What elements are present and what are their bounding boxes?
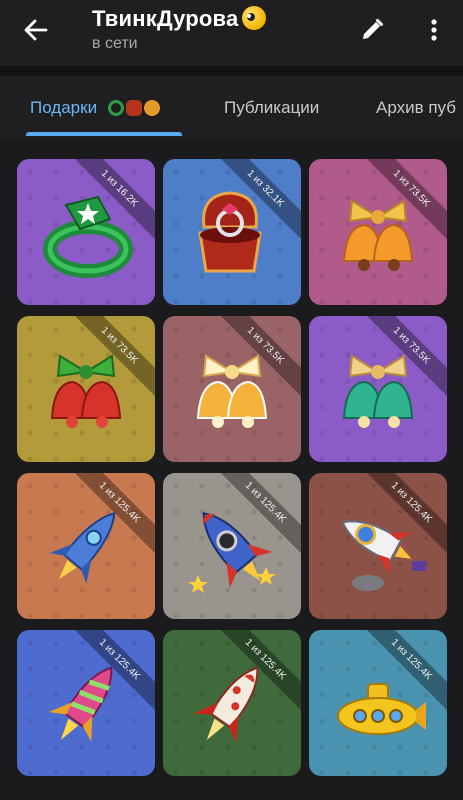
rocket-icon bbox=[48, 666, 113, 742]
bells-icon bbox=[50, 354, 122, 428]
rocket-icon bbox=[193, 666, 259, 744]
tab-archive[interactable]: Архив пуб bbox=[376, 98, 456, 118]
gift-card[interactable]: 1 из 125.4K bbox=[17, 630, 155, 776]
winking-face-icon bbox=[242, 6, 267, 30]
gift-grid: 1 из 16.2K 1 из 32.1K 1 из 73.5K 1 из 73… bbox=[0, 138, 463, 800]
tab-posts[interactable]: Публикации bbox=[224, 98, 319, 118]
ring-icon bbox=[43, 195, 133, 278]
gift-card[interactable]: 1 из 125.4K bbox=[17, 473, 155, 619]
chat-title-text: ТвинкДурова bbox=[92, 6, 239, 31]
chat-title[interactable]: ТвинкДурова bbox=[92, 6, 267, 32]
edit-button[interactable] bbox=[358, 16, 386, 44]
rocket-icon bbox=[188, 512, 276, 593]
gift-card[interactable]: 1 из 125.4K bbox=[163, 473, 301, 619]
gift-card[interactable]: 1 из 73.5K bbox=[309, 159, 447, 305]
green-ring-icon bbox=[107, 100, 124, 116]
more-vertical-icon bbox=[431, 19, 437, 41]
bells-icon bbox=[196, 354, 268, 428]
gift-card[interactable]: 1 из 125.4K bbox=[309, 630, 447, 776]
online-status: в сети bbox=[92, 35, 138, 52]
pencil-icon bbox=[363, 19, 383, 39]
back-button[interactable] bbox=[20, 14, 52, 46]
tab-gifts-emojis bbox=[107, 100, 160, 116]
gift-card[interactable]: 1 из 125.4K bbox=[309, 473, 447, 619]
ring-box-icon bbox=[125, 100, 142, 116]
gift-card[interactable]: 1 из 125.4K bbox=[163, 630, 301, 776]
profile-tabs: Подарки Публикации Архив пуб bbox=[0, 76, 463, 138]
rocket-icon bbox=[49, 511, 116, 584]
gift-card[interactable]: 1 из 16.2K bbox=[17, 159, 155, 305]
more-options-button[interactable] bbox=[420, 16, 448, 44]
gift-card[interactable]: 1 из 73.5K bbox=[163, 316, 301, 462]
rocket-icon bbox=[341, 520, 426, 591]
top-app-bar: ТвинкДурова в сети bbox=[0, 0, 463, 66]
gift-card[interactable]: 1 из 73.5K bbox=[309, 316, 447, 462]
arrow-left-icon bbox=[24, 19, 48, 41]
gift-card[interactable]: 1 из 32.1K bbox=[163, 159, 301, 305]
active-tab-indicator bbox=[26, 132, 182, 136]
submarine-icon bbox=[337, 683, 426, 735]
tab-gifts-label: Подарки bbox=[30, 98, 98, 117]
header-divider bbox=[0, 66, 463, 76]
ring-box-icon bbox=[198, 191, 262, 273]
bells-icon bbox=[342, 354, 414, 428]
gift-card[interactable]: 1 из 73.5K bbox=[17, 316, 155, 462]
bells-icon bbox=[143, 100, 160, 116]
bells-icon bbox=[342, 199, 414, 271]
tab-gifts[interactable]: Подарки bbox=[30, 98, 160, 118]
